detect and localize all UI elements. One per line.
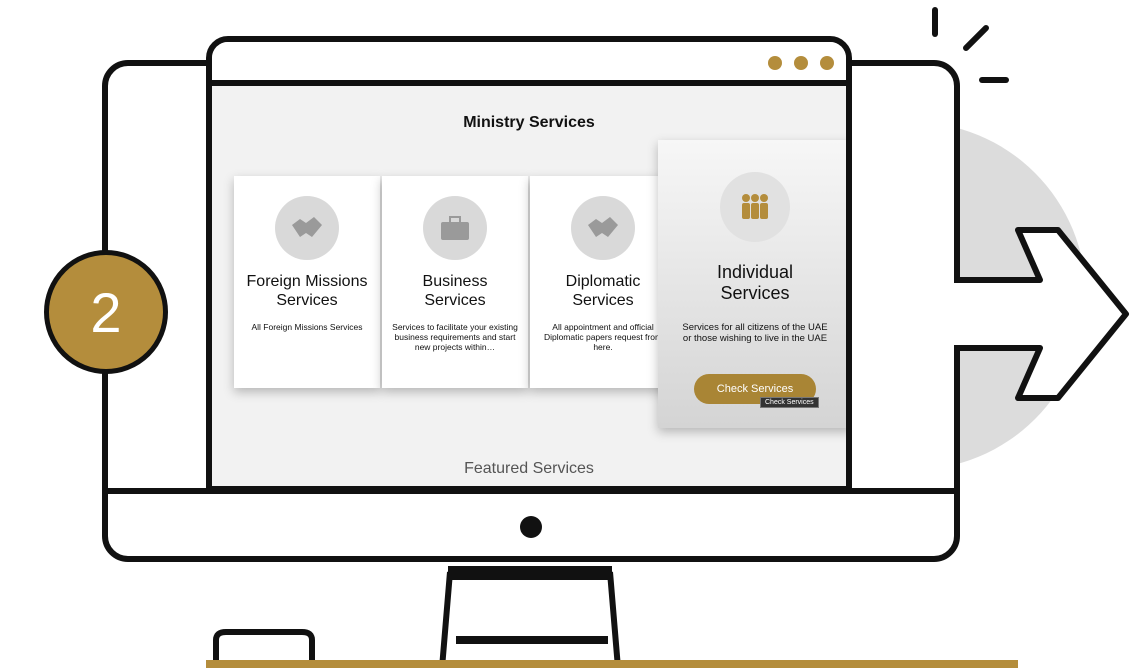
card-title-line1: Diplomatic — [565, 273, 641, 290]
card-title-line1: Business — [422, 273, 488, 290]
card-title-line2: Services — [572, 292, 634, 309]
service-card-diplomatic[interactable]: Diplomatic Services All appointment and … — [530, 176, 676, 388]
service-card-individual[interactable]: Individual Services Services for all cit… — [658, 140, 846, 428]
window-dot-icon[interactable] — [820, 56, 834, 70]
card-title-line2: Services — [276, 292, 338, 309]
card-description: Services for all citizens of the UAE or … — [682, 322, 828, 344]
card-title-line1: Individual — [716, 262, 794, 282]
card-title-line2: Services — [720, 283, 790, 303]
handshake-icon — [275, 196, 339, 260]
window-dot-icon[interactable] — [768, 56, 782, 70]
card-description: Services to facilitate your existing bus… — [392, 322, 518, 352]
briefcase-icon — [423, 196, 487, 260]
camera-dot-icon — [520, 516, 542, 538]
browser-titlebar — [212, 42, 846, 86]
card-description: All Foreign Missions Services — [251, 322, 363, 332]
page-title: Ministry Services — [463, 114, 595, 131]
tooltip: Check Services — [760, 397, 819, 408]
service-card-business[interactable]: Business Services Services to facilitate… — [382, 176, 528, 388]
card-description: All appointment and official Diplomatic … — [543, 322, 663, 352]
people-icon — [720, 172, 790, 242]
handshake-icon — [571, 196, 635, 260]
service-card-foreign-missions[interactable]: Foreign Missions Services All Foreign Mi… — [234, 176, 380, 388]
stand-base-line — [456, 636, 608, 644]
featured-services-heading: Featured Services — [464, 460, 594, 477]
card-title-line2: Services — [424, 292, 486, 309]
browser-window: Ministry Services Foreign Missions Servi… — [206, 36, 852, 492]
step-badge: 2 — [44, 250, 168, 374]
floor-line — [206, 660, 1018, 668]
next-arrow-icon — [954, 227, 1129, 401]
window-dot-icon[interactable] — [794, 56, 808, 70]
card-title-line1: Foreign Missions — [246, 273, 368, 290]
monitor-stand — [439, 566, 621, 668]
